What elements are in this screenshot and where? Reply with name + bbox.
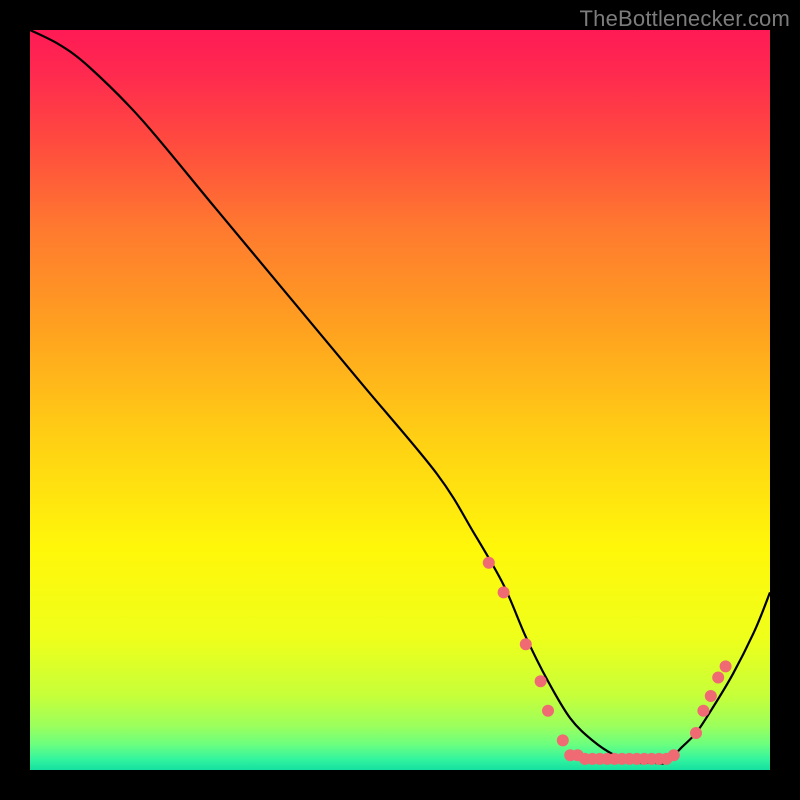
highlight-dot — [535, 675, 547, 687]
chart-frame: TheBottlenecker.com — [0, 0, 800, 800]
highlight-dot — [520, 638, 532, 650]
highlight-dot — [498, 586, 510, 598]
highlight-dot — [557, 734, 569, 746]
highlight-dot — [720, 660, 732, 672]
highlight-dot — [712, 672, 724, 684]
highlight-dot — [690, 727, 702, 739]
highlight-dot — [542, 705, 554, 717]
highlight-dot — [483, 557, 495, 569]
curve-layer — [30, 30, 770, 770]
watermark-text: TheBottlenecker.com — [580, 6, 790, 32]
highlight-dot — [668, 749, 680, 761]
highlight-dot — [697, 705, 709, 717]
highlight-dots — [483, 557, 732, 765]
highlight-dot — [705, 690, 717, 702]
plot-area — [30, 30, 770, 770]
bottleneck-curve — [30, 30, 770, 764]
